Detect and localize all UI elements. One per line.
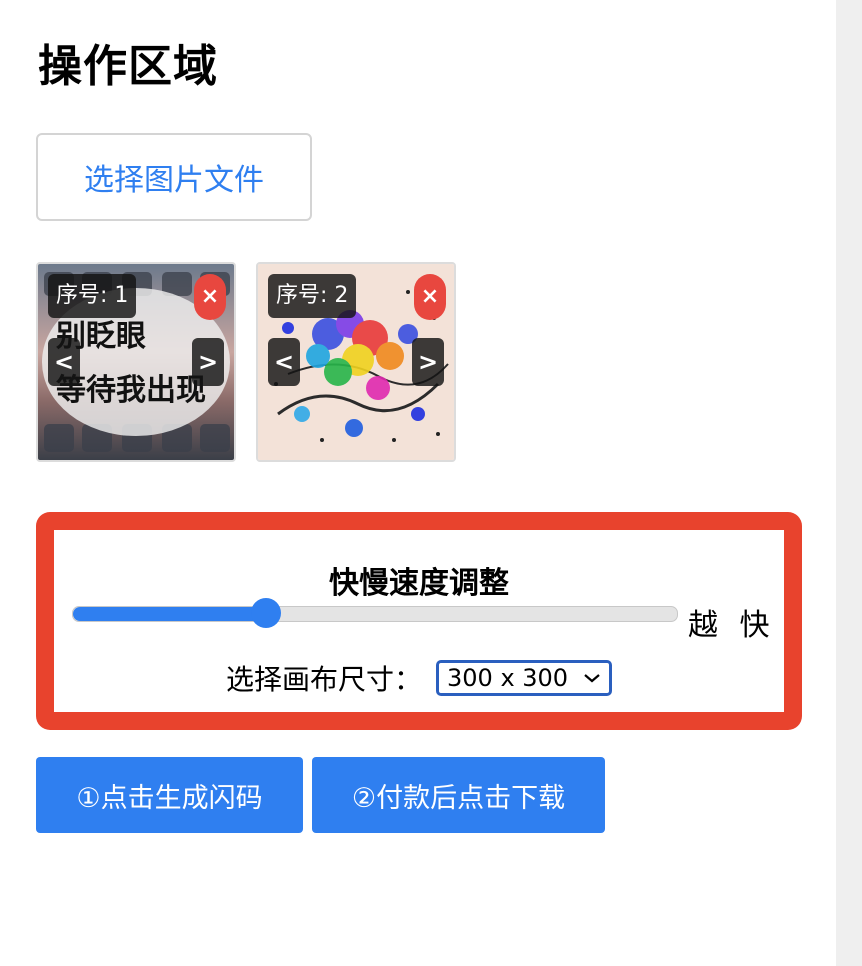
image-thumbnail-1: 别眨眼 等待我出现 序号: 1 × < > xyxy=(36,262,236,462)
chevron-down-icon xyxy=(584,674,600,683)
speed-slider[interactable] xyxy=(72,598,678,628)
settings-panel: 快慢速度调整 越 快 选择画布尺寸： 300 x 300 xyxy=(36,512,802,730)
speed-slider-handle[interactable] xyxy=(251,598,282,628)
choose-image-file-button[interactable]: 选择图片文件 xyxy=(36,133,312,221)
faster-label: 越 快 xyxy=(688,608,776,643)
move-right-button[interactable]: > xyxy=(412,338,444,386)
speed-slider-fill xyxy=(73,607,267,621)
generate-flash-code-button[interactable]: ①点击生成闪码 xyxy=(36,757,303,833)
image-thumbnail-2: 序号: 2 × < > xyxy=(256,262,456,462)
sequence-badge: 序号: 2 xyxy=(268,274,357,318)
move-left-button[interactable]: < xyxy=(268,338,300,386)
page-title: 操作区域 xyxy=(38,41,218,92)
move-left-button[interactable]: < xyxy=(48,338,80,386)
canvas-size-selected-value: 300 x 300 xyxy=(447,664,569,692)
download-after-payment-button[interactable]: ②付款后点击下载 xyxy=(312,757,605,833)
move-right-button[interactable]: > xyxy=(192,338,224,386)
remove-image-button[interactable]: × xyxy=(414,274,446,320)
canvas-size-select[interactable]: 300 x 300 xyxy=(436,660,612,696)
canvas-size-row: 选择画布尺寸： 300 x 300 xyxy=(54,658,784,698)
speed-title: 快慢速度调整 xyxy=(329,566,509,601)
scrollbar-track[interactable] xyxy=(836,0,862,966)
canvas-size-label: 选择画布尺寸： xyxy=(225,663,422,696)
remove-image-button[interactable]: × xyxy=(194,274,226,320)
sequence-badge: 序号: 1 xyxy=(48,274,137,318)
